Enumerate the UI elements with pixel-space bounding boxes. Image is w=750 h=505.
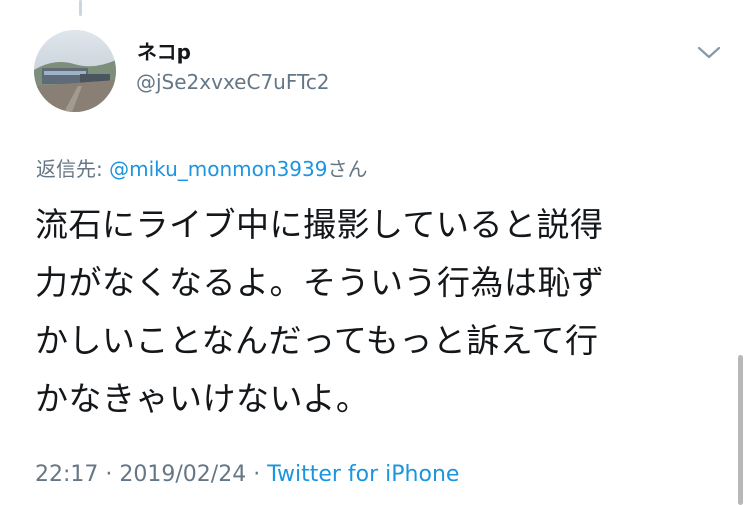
thread-connector-line <box>79 0 82 16</box>
scrollbar[interactable] <box>738 355 743 505</box>
tweet-text: 流石にライブ中に撮影していると説得 力がなくなるよ。そういう行為は恥ず かしいこ… <box>35 196 735 428</box>
tweet-text-line: 力がなくなるよ。そういう行為は恥ず <box>35 263 605 302</box>
chevron-down-icon[interactable] <box>694 42 724 62</box>
reply-mention-link[interactable]: @miku_monmon3939 <box>109 157 327 181</box>
reply-to-line: 返信先: @miku_monmon3939さん <box>36 153 367 182</box>
tweet-metadata: 22:17 · 2019/02/24 · Twitter for iPhone <box>35 462 459 487</box>
avatar[interactable] <box>34 30 116 112</box>
tweet-date: 2019/02/24 <box>119 462 247 487</box>
reply-suffix: さん <box>327 157 368 181</box>
reply-to-label: 返信先: <box>36 157 110 181</box>
user-handle[interactable]: @jSe2xvxeC7uFTc2 <box>136 70 330 94</box>
meta-separator: · <box>98 462 120 487</box>
tweet-text-line: かしいことなんだってもっと訴えて行 <box>35 321 599 360</box>
tweet-time: 22:17 <box>35 462 99 487</box>
display-name[interactable]: ネコp <box>137 36 191 65</box>
tweet-source-link[interactable]: Twitter for iPhone <box>267 462 459 487</box>
tweet-text-line: かなきゃいけないよ。 <box>35 379 370 418</box>
tweet-text-line: 流石にライブ中に撮影していると説得 <box>35 205 604 244</box>
meta-separator: · <box>246 462 268 487</box>
